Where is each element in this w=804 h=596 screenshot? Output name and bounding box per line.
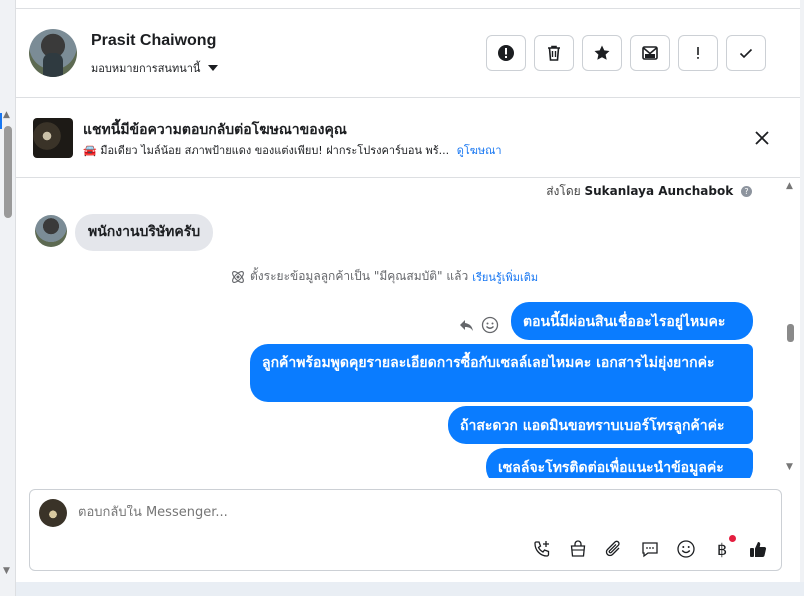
- learn-more-link[interactable]: เรียนรู้เพิ่มเติม: [472, 268, 538, 286]
- conversation-panel: Prasit Chaiwong มอบหมายการสนทนานี้ แชทนี…: [16, 0, 800, 582]
- baht-payment-icon: ฿: [717, 540, 727, 559]
- emoji-icon: [677, 540, 695, 558]
- page-avatar: [39, 499, 67, 527]
- assign-conversation-dropdown[interactable]: มอบหมายการสนทนานี้: [91, 59, 219, 77]
- contact-avatar-small[interactable]: [35, 215, 67, 247]
- thread-scroll-up-icon[interactable]: ▲: [786, 181, 793, 191]
- attachment-icon: [605, 540, 620, 557]
- outgoing-message[interactable]: ถ้าสะดวก แอดมินขอทราบเบอร์โทรลูกค้าค่ะ: [448, 406, 753, 444]
- thread-scroll-down-icon[interactable]: ▼: [786, 462, 793, 472]
- mark-unread-button[interactable]: [630, 35, 670, 71]
- done-check-icon: [739, 48, 753, 59]
- ad-banner-subtitle: 🚘 มือเดียว ไมล์น้อย สภาพป้ายแดง ของแต่งเ…: [83, 141, 502, 159]
- star-button[interactable]: [582, 35, 622, 71]
- svg-text:฿: ฿: [717, 540, 727, 559]
- call-add-icon: [534, 541, 550, 557]
- follow-up-icon: [697, 47, 699, 59]
- reply-composer: ฿: [29, 489, 782, 571]
- trash-icon: [548, 45, 560, 61]
- ad-thumbnail[interactable]: [33, 118, 73, 158]
- system-note-text: ตั้งระยะข้อมูลลูกค้าเป็น "มีคุณสมบัติ" แ…: [250, 269, 469, 283]
- shop-button[interactable]: [567, 538, 589, 560]
- spam-button[interactable]: [486, 35, 526, 71]
- message-actions: [457, 316, 499, 334]
- system-note: ตั้งระยะข้อมูลลูกค้าเป็น "มีคุณสมบัติ" แ…: [230, 267, 538, 286]
- scroll-down-arrow-icon[interactable]: ▼: [3, 566, 10, 576]
- like-button[interactable]: [747, 538, 769, 560]
- close-icon[interactable]: [752, 128, 772, 148]
- left-scrollbar-thumb[interactable]: [4, 126, 12, 218]
- left-scroll-strip: ▲ ▼: [0, 0, 16, 596]
- reply-icon[interactable]: [457, 316, 475, 334]
- reply-input[interactable]: [78, 505, 758, 520]
- composer-toolbar: ฿: [531, 535, 769, 560]
- outgoing-message[interactable]: ตอนนี้มีผ่อนสินเชื่ออะไรอยู่ไหมคะ: [511, 302, 753, 340]
- assign-label: มอบหมายการสนทนานี้: [91, 62, 201, 75]
- ad-banner-title: แชทนี้มีข้อความตอบกลับต่อโฆษณาของคุณ: [83, 122, 347, 138]
- sent-by-prefix: ส่งโดย: [546, 184, 581, 198]
- delete-button[interactable]: [534, 35, 574, 71]
- message-thread: ส่งโดย Sukanlaya Aunchabok ? พนักงานบริษ…: [16, 178, 800, 478]
- right-edge: [800, 0, 804, 596]
- left-accent-bar: [0, 113, 2, 129]
- chevron-down-icon: [208, 65, 219, 71]
- follow-up-button[interactable]: [678, 35, 718, 71]
- thumbs-up-icon: [750, 542, 767, 557]
- ad-reply-banner: แชทนี้มีข้อความตอบกลับต่อโฆษณาของคุณ 🚘 ม…: [16, 98, 800, 178]
- contact-name[interactable]: Prasit Chaiwong: [91, 32, 216, 50]
- scroll-up-arrow-icon[interactable]: ▲: [3, 110, 10, 120]
- outgoing-message[interactable]: ลูกค้าพร้อมพูดคุยรายละเอียดการซื้อกับเซล…: [250, 344, 753, 402]
- incoming-message[interactable]: พนักงานบริษัทครับ: [75, 214, 214, 251]
- saved-replies-icon: [642, 542, 658, 558]
- ad-description: 🚘 มือเดียว ไมล์น้อย สภาพป้ายแดง ของแต่งเ…: [83, 144, 450, 157]
- spam-icon: [498, 45, 514, 61]
- view-ad-link[interactable]: ดูโฆษณา: [457, 144, 502, 157]
- emoji-button[interactable]: [675, 538, 697, 560]
- mark-done-button[interactable]: [726, 35, 766, 71]
- outgoing-message[interactable]: เซลล์จะโทรติดต่อเพื่อแนะนำข้อมูลค่ะ: [486, 448, 753, 478]
- mark-unread-icon: [642, 46, 658, 60]
- attach-button[interactable]: [603, 538, 625, 560]
- payment-button[interactable]: ฿: [711, 535, 736, 560]
- help-icon[interactable]: ?: [741, 186, 752, 197]
- notification-dot: [729, 535, 736, 542]
- bottom-edge: [16, 582, 804, 596]
- contact-avatar[interactable]: [29, 29, 77, 77]
- call-add-button[interactable]: [531, 538, 553, 560]
- shop-bag-icon: [570, 540, 586, 557]
- atom-icon: [232, 270, 244, 283]
- react-emoji-icon[interactable]: [481, 316, 499, 334]
- saved-replies-button[interactable]: [639, 538, 661, 560]
- thread-scrollbar-thumb[interactable]: [787, 324, 794, 342]
- sent-by-label: ส่งโดย Sukanlaya Aunchabok ?: [546, 182, 752, 201]
- conversation-header: Prasit Chaiwong มอบหมายการสนทนานี้: [16, 9, 800, 98]
- sender-name: Sukanlaya Aunchabok: [584, 184, 734, 198]
- star-icon: [594, 45, 610, 60]
